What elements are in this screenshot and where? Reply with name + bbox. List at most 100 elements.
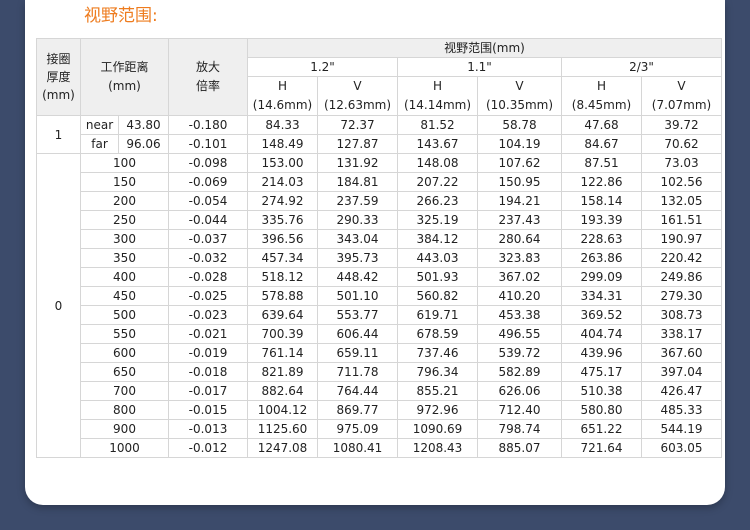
working-distance-cell: 550 (80, 324, 169, 344)
header-sub: V (10.35mm) (477, 76, 562, 116)
working-distance-cell: 400 (80, 267, 169, 287)
fov-value-cell: 237.59 (317, 191, 398, 211)
fov-value-cell: 290.33 (317, 210, 398, 230)
fov-value-cell: 84.33 (247, 115, 318, 135)
table-row: 600 -0.019 761.14 659.11 737.46 539.72 439.96 3… (37, 343, 722, 363)
fov-value-cell: 395.73 (317, 248, 398, 268)
fov-value-cell: 158.14 (561, 191, 642, 211)
fov-value-cell: 1247.08 (247, 438, 318, 458)
fov-value-cell: 367.60 (641, 343, 722, 363)
magnification-cell: -0.018 (168, 362, 248, 382)
header-sub: H (14.6mm) (247, 76, 318, 116)
working-distance-cell: 500 (80, 305, 169, 325)
fov-value-cell: 107.62 (477, 153, 562, 173)
fov-value-cell: 207.22 (397, 172, 478, 192)
fov-value-cell: 439.96 (561, 343, 642, 363)
working-distance-cell: 250 (80, 210, 169, 230)
fov-value-cell: 153.00 (247, 153, 318, 173)
magnification-cell: -0.013 (168, 419, 248, 439)
magnification-cell: -0.180 (168, 115, 248, 135)
table-row: 300 -0.037 396.56 343.04 384.12 280.64 228.63 1… (37, 229, 722, 249)
fov-value-cell: 72.37 (317, 115, 398, 135)
magnification-cell: -0.028 (168, 267, 248, 287)
fov-value-cell: 885.07 (477, 438, 562, 458)
magnification-cell: -0.025 (168, 286, 248, 306)
magnification-cell: -0.023 (168, 305, 248, 325)
fov-value-cell: 711.78 (317, 362, 398, 382)
fov-value-cell: 367.02 (477, 267, 562, 287)
fov-value-cell: 274.92 (247, 191, 318, 211)
ring-thickness-cell: 1 (36, 115, 81, 154)
fov-value-cell: 1080.41 (317, 438, 398, 458)
fov-value-cell: 58.78 (477, 115, 562, 135)
table-row: 700 -0.017 882.64 764.44 855.21 626.06 510.38 4… (37, 381, 722, 401)
magnification-cell: -0.032 (168, 248, 248, 268)
fov-value-cell: 39.72 (641, 115, 722, 135)
fov-value-cell: 712.40 (477, 400, 562, 420)
fov-value-cell: 73.03 (641, 153, 722, 173)
fov-value-cell: 410.20 (477, 286, 562, 306)
fov-value-cell: 972.96 (397, 400, 478, 420)
header-fov: 视野范围(mm) (247, 38, 722, 58)
working-distance-cell: 96.06 (118, 134, 169, 154)
fov-value-cell: 150.95 (477, 172, 562, 192)
fov-value-cell: 397.04 (641, 362, 722, 382)
fov-value-cell: 335.76 (247, 210, 318, 230)
fov-value-cell: 87.51 (561, 153, 642, 173)
fov-value-cell: 721.64 (561, 438, 642, 458)
working-distance-cell: 800 (80, 400, 169, 420)
fov-value-cell: 369.52 (561, 305, 642, 325)
fov-value-cell: 148.08 (397, 153, 478, 173)
header-sub: H (8.45mm) (561, 76, 642, 116)
fov-value-cell: 855.21 (397, 381, 478, 401)
header-magnification: 放大 倍率 (168, 38, 248, 116)
fov-value-cell: 161.51 (641, 210, 722, 230)
fov-value-cell: 280.64 (477, 229, 562, 249)
magnification-cell: -0.021 (168, 324, 248, 344)
working-distance-cell: 650 (80, 362, 169, 382)
fov-value-cell: 651.22 (561, 419, 642, 439)
working-distance-cell: 200 (80, 191, 169, 211)
fov-value-cell: 639.64 (247, 305, 318, 325)
fov-value-cell: 343.04 (317, 229, 398, 249)
magnification-cell: -0.054 (168, 191, 248, 211)
working-distance-cell: 300 (80, 229, 169, 249)
fov-value-cell: 539.72 (477, 343, 562, 363)
fov-value-cell: 1090.69 (397, 419, 478, 439)
fov-value-cell: 580.80 (561, 400, 642, 420)
working-distance-cell: 350 (80, 248, 169, 268)
fov-value-cell: 228.63 (561, 229, 642, 249)
table-row: 150 -0.069 214.03 184.81 207.22 150.95 122.86 1… (37, 172, 722, 192)
fov-value-cell: 821.89 (247, 362, 318, 382)
fov-value-cell: 266.23 (397, 191, 478, 211)
fov-value-cell: 453.38 (477, 305, 562, 325)
fov-value-cell: 70.62 (641, 134, 722, 154)
fov-value-cell: 1208.43 (397, 438, 478, 458)
magnification-cell: -0.037 (168, 229, 248, 249)
magnification-cell: -0.015 (168, 400, 248, 420)
table-row: 650 -0.018 821.89 711.78 796.34 582.89 475.17 3… (37, 362, 722, 382)
table-row: 1000 -0.012 1247.08 1080.41 1208.43 885.07 721… (37, 438, 722, 458)
working-distance-cell: 100 (80, 153, 169, 173)
fov-value-cell: 518.12 (247, 267, 318, 287)
distance-tag: near (80, 115, 119, 135)
fov-value-cell: 384.12 (397, 229, 478, 249)
fov-value-cell: 132.05 (641, 191, 722, 211)
fov-value-cell: 323.83 (477, 248, 562, 268)
header-sensor: 1.1" (397, 57, 562, 77)
magnification-cell: -0.098 (168, 153, 248, 173)
table-row: 450 -0.025 578.88 501.10 560.82 410.20 334.31 2… (37, 286, 722, 306)
fov-value-cell: 578.88 (247, 286, 318, 306)
fov-value-cell: 426.47 (641, 381, 722, 401)
fov-value-cell: 582.89 (477, 362, 562, 382)
table-row: far 96.06 -0.101 148.49 127.87 143.67 104.19 84… (37, 134, 722, 154)
fov-value-cell: 1004.12 (247, 400, 318, 420)
magnification-cell: -0.012 (168, 438, 248, 458)
fov-value-cell: 190.97 (641, 229, 722, 249)
magnification-cell: -0.019 (168, 343, 248, 363)
working-distance-cell: 1000 (80, 438, 169, 458)
working-distance-cell: 450 (80, 286, 169, 306)
fov-value-cell: 975.09 (317, 419, 398, 439)
fov-value-cell: 544.19 (641, 419, 722, 439)
fov-value-cell: 678.59 (397, 324, 478, 344)
